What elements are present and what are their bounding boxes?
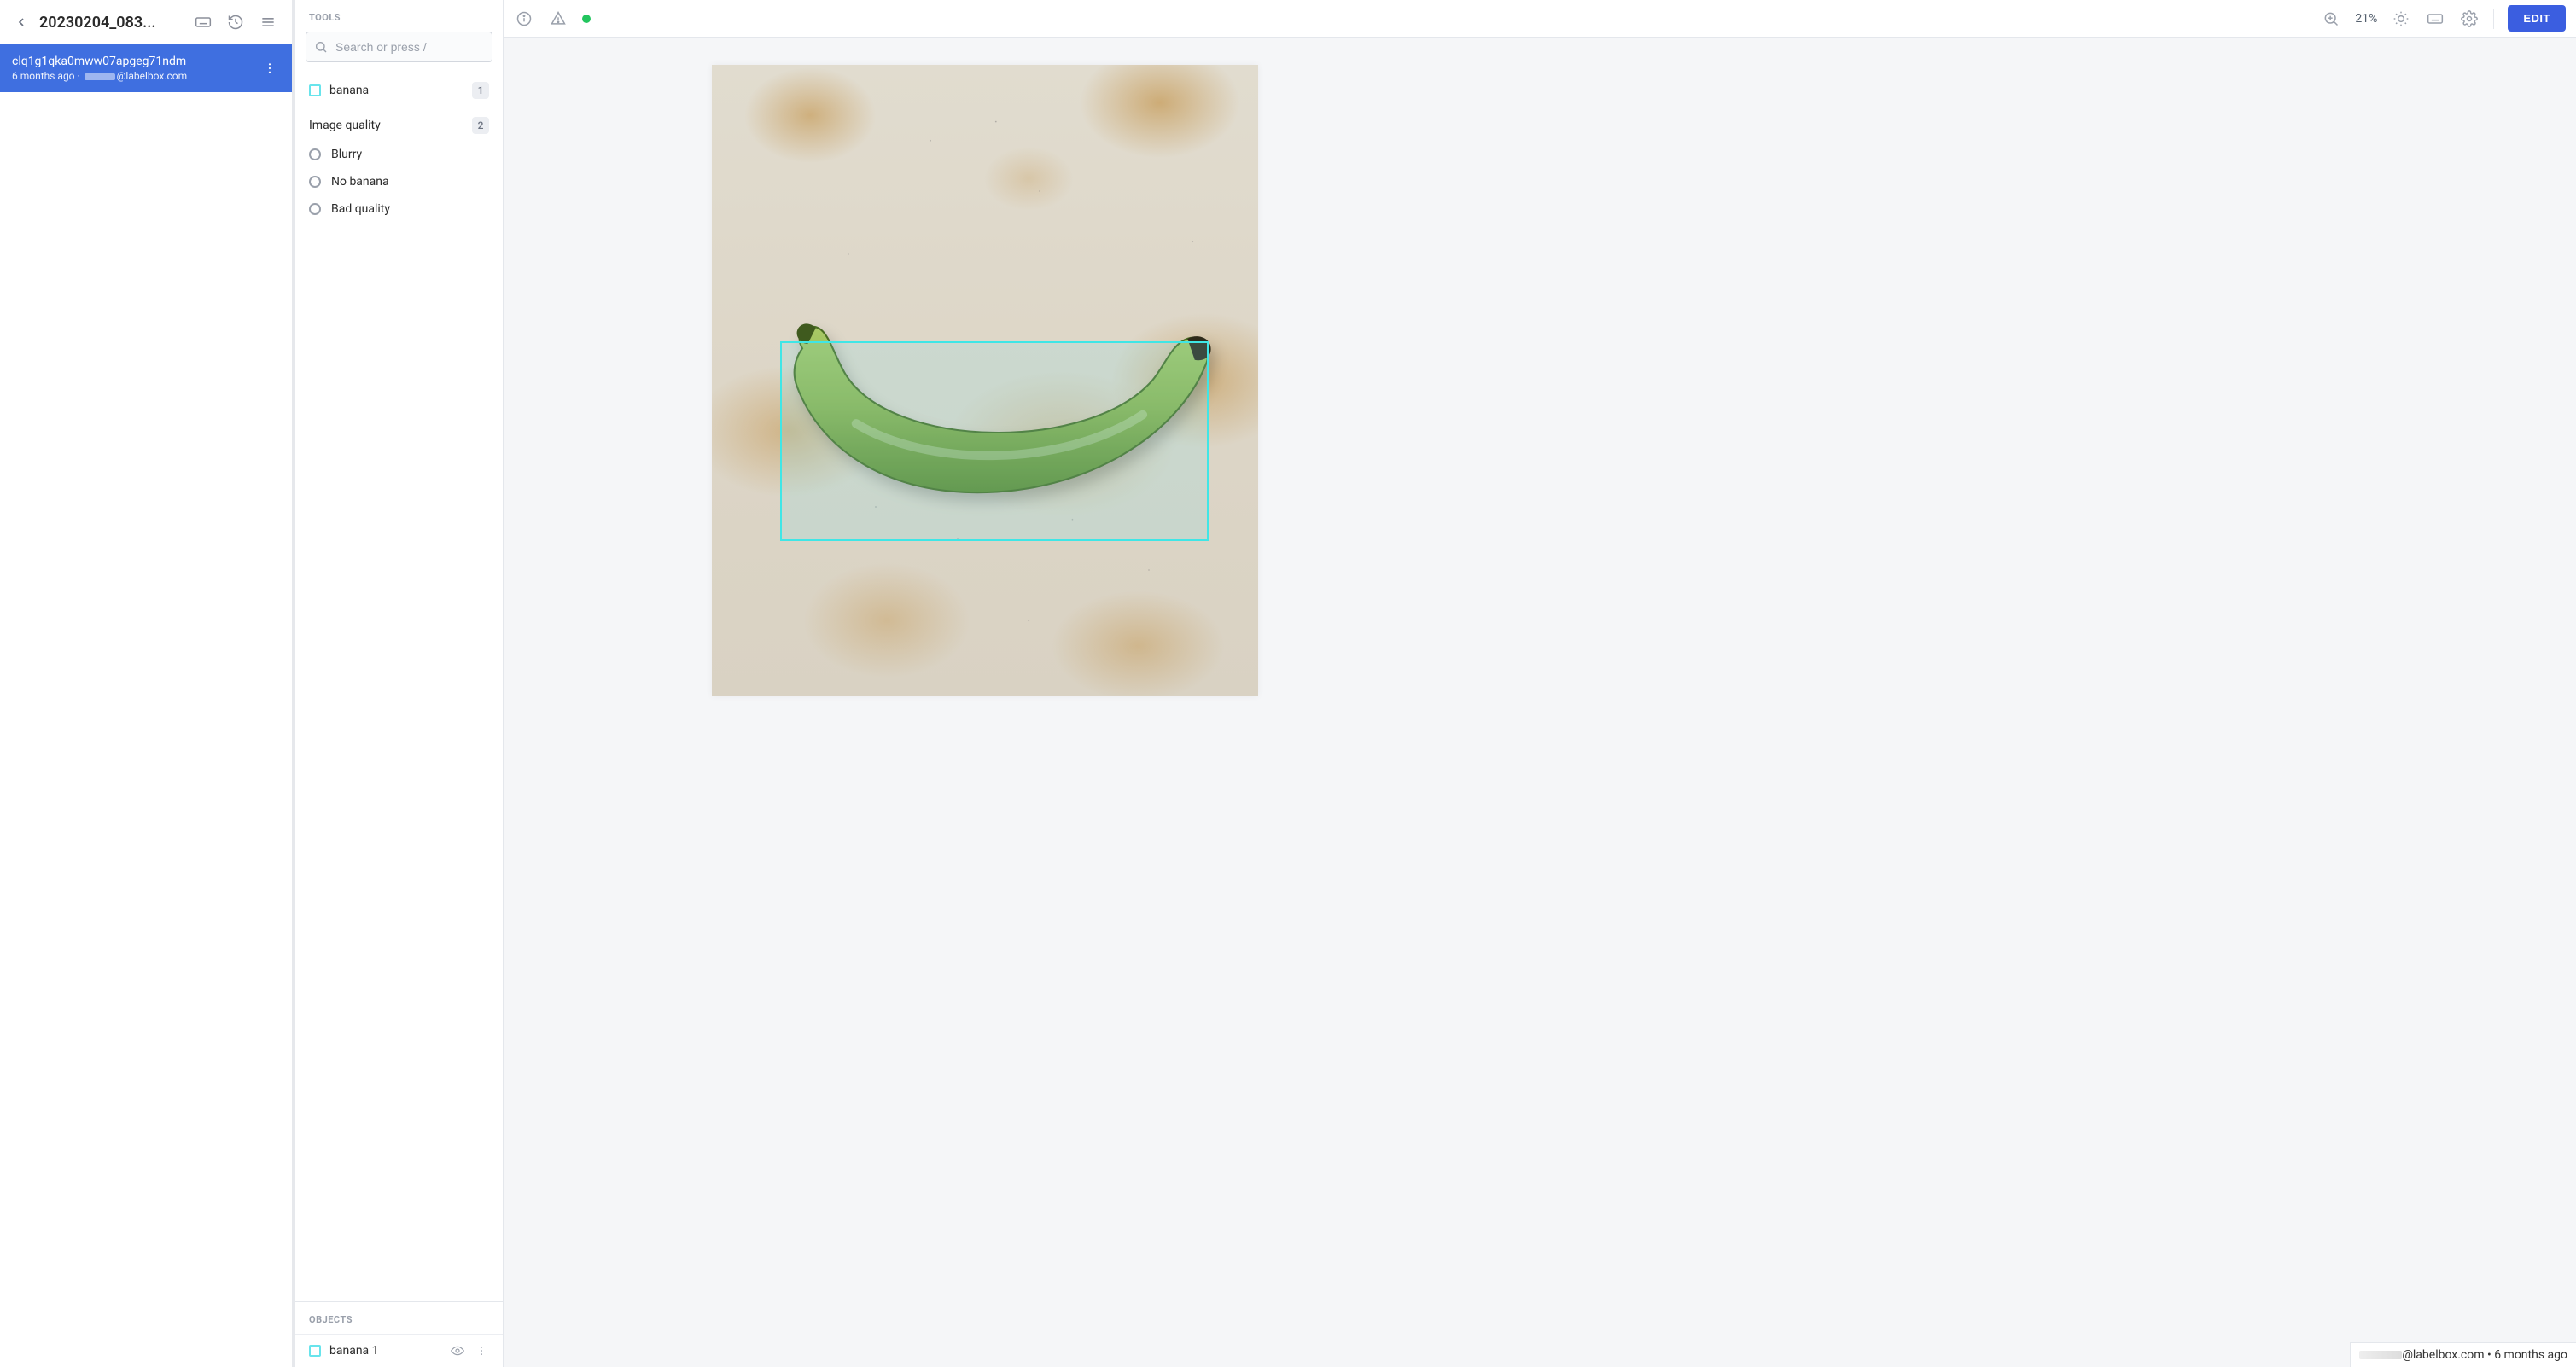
classification-image-quality: Image quality 2 Blurry No banana Bad qua… [295, 108, 503, 231]
chevron-left-icon [15, 15, 28, 29]
keyboard-icon [195, 14, 212, 31]
object-visibility-toggle[interactable] [450, 1343, 465, 1358]
brightness-icon [2392, 10, 2410, 27]
object-swatch [309, 1345, 321, 1357]
tool-banana[interactable]: banana 1 [295, 73, 503, 108]
footer-time: 6 months ago [2494, 1348, 2567, 1362]
annotation-bbox-banana-1[interactable] [780, 341, 1209, 541]
tools-header: TOOLS [295, 0, 503, 32]
more-vertical-icon [263, 61, 277, 75]
topbar: 21% EDIT [504, 0, 2576, 38]
tools-panel-spacer [295, 231, 503, 1301]
classification-option-no-banana[interactable]: No banana [309, 168, 489, 195]
zoom-in-button[interactable] [2321, 9, 2341, 29]
menu-button[interactable] [256, 10, 280, 34]
info-button[interactable] [514, 9, 534, 29]
zoom-level: 21% [2355, 12, 2377, 26]
objects-header: OBJECTS [295, 1302, 503, 1334]
app-root: 20230204_083... clq1g1qka0mww07apgeg71nd… [0, 0, 2576, 1367]
classification-option-blurry[interactable]: Blurry [309, 141, 489, 168]
option-label: No banana [331, 175, 389, 189]
more-vertical-icon [475, 1345, 487, 1357]
label-item-menu-button[interactable] [259, 58, 280, 79]
classification-title: Image quality [309, 119, 381, 132]
info-icon [516, 10, 533, 27]
label-list-item[interactable]: clq1g1qka0mww07apgeg71ndm 6 months ago ·… [0, 44, 292, 92]
option-label: Blurry [331, 148, 362, 161]
topbar-left [514, 9, 591, 29]
status-dot [582, 15, 591, 23]
settings-button[interactable] [2459, 9, 2480, 29]
history-button[interactable] [224, 10, 248, 34]
image-stage [712, 65, 1258, 696]
option-label: Bad quality [331, 202, 390, 216]
eye-icon [451, 1344, 464, 1358]
topbar-right: 21% EDIT [2321, 5, 2566, 32]
brightness-button[interactable] [2391, 9, 2411, 29]
footer-sep: • [2485, 1348, 2495, 1362]
radio-icon [309, 203, 321, 215]
canvas-area: 21% EDIT [504, 0, 2576, 1367]
history-icon [227, 14, 244, 31]
tools-panel: TOOLS banana 1 Image quality 2 Blurry No [295, 0, 504, 1367]
tool-shortcut: 1 [472, 82, 489, 99]
back-button[interactable] [12, 13, 31, 32]
issue-icon [550, 10, 567, 27]
gear-icon [2461, 10, 2478, 27]
classification-header: Image quality 2 [309, 117, 489, 134]
menu-icon [259, 14, 277, 31]
zoom-in-icon [2322, 10, 2340, 27]
object-menu-button[interactable] [474, 1343, 489, 1358]
asset-title: 20230204_083... [39, 14, 183, 32]
footer-credit: @labelbox.com • 6 months ago [2350, 1342, 2576, 1367]
search-icon [314, 40, 328, 54]
label-meta-user-redacted [85, 73, 115, 80]
left-sidebar-header: 20230204_083... [0, 0, 292, 44]
object-banana-1[interactable]: banana 1 [295, 1334, 503, 1367]
label-meta-user-suffix: @labelbox.com [117, 70, 187, 82]
left-sidebar: 20230204_083... clq1g1qka0mww07apgeg71nd… [0, 0, 295, 1367]
classification-option-bad-quality[interactable]: Bad quality [309, 195, 489, 223]
tools-search-input[interactable] [306, 32, 492, 62]
topbar-divider [2493, 9, 2494, 29]
objects-section: OBJECTS banana 1 [295, 1301, 503, 1367]
classification-shortcut: 2 [472, 117, 489, 134]
keyboard-shortcuts-button[interactable] [191, 10, 215, 34]
object-actions [450, 1343, 489, 1358]
label-meta-sep: · [75, 70, 83, 82]
footer-user-redacted [2359, 1351, 2402, 1359]
radio-icon [309, 176, 321, 188]
label-id: clq1g1qka0mww07apgeg71ndm [12, 55, 259, 68]
label-list-item-text: clq1g1qka0mww07apgeg71ndm 6 months ago ·… [12, 55, 259, 82]
canvas[interactable]: @labelbox.com • 6 months ago [504, 38, 2576, 1367]
issues-button[interactable] [548, 9, 568, 29]
object-name: banana 1 [329, 1344, 441, 1358]
footer-user-suffix: @labelbox.com [2402, 1348, 2484, 1362]
edit-button[interactable]: EDIT [2508, 5, 2566, 32]
tools-search [306, 32, 492, 62]
keyboard-icon [2427, 10, 2444, 27]
label-meta: 6 months ago · @labelbox.com [12, 70, 259, 82]
label-meta-time: 6 months ago [12, 70, 75, 82]
keyboard-button[interactable] [2425, 9, 2445, 29]
tool-name: banana [329, 84, 463, 97]
tool-swatch [309, 84, 321, 96]
radio-icon [309, 148, 321, 160]
